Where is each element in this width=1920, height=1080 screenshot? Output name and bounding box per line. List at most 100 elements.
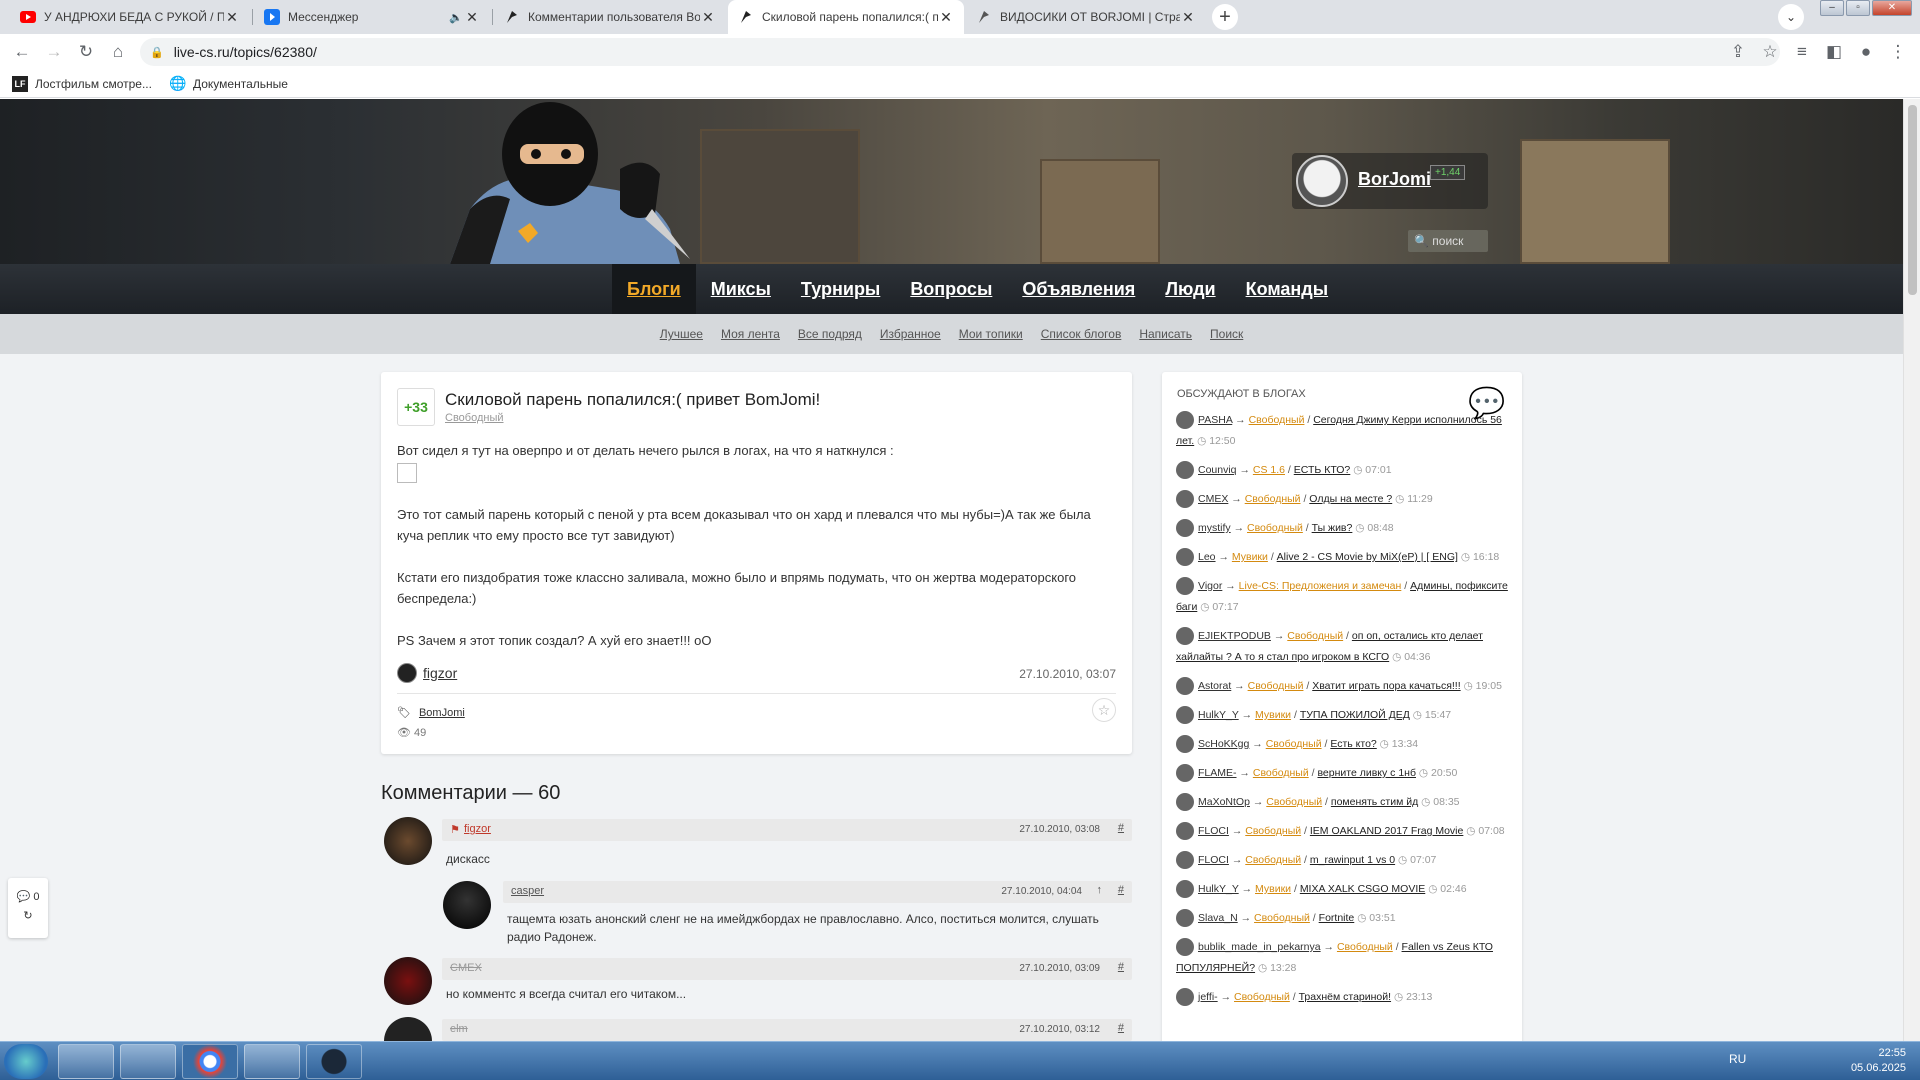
bookmark-documentary[interactable]: 🌐 Документальные — [169, 75, 288, 92]
back-arrow-icon[interactable]: ← — [6, 36, 38, 68]
sidebar-blog-link[interactable]: Свободный — [1254, 912, 1310, 924]
sidebar-user-link[interactable]: Slava_N — [1198, 912, 1238, 924]
reading-list-icon[interactable]: ≡ — [1786, 36, 1818, 68]
sidebar-blog-link[interactable]: Свободный — [1249, 414, 1305, 426]
address-bar[interactable]: 🔒 live-cs.ru/topics/62380/ — [140, 38, 1780, 66]
sidebar-user-link[interactable]: FLAME- — [1198, 767, 1237, 779]
close-tab-icon[interactable]: ✕ — [700, 9, 716, 26]
avatar[interactable] — [1176, 519, 1194, 538]
sidebar-topic-link[interactable]: Ты жив? — [1312, 522, 1353, 534]
explorer-taskbar-icon[interactable] — [58, 1044, 114, 1079]
sidebar-blog-link[interactable]: Свободный — [1245, 825, 1301, 837]
sidebar-blog-link[interactable]: Свободный — [1337, 941, 1393, 953]
live-widget[interactable]: 💬 0 ↻ — [8, 878, 48, 938]
favorite-star-icon[interactable]: ☆ — [1092, 698, 1116, 722]
avatar[interactable] — [1176, 706, 1194, 725]
subnav-favorites[interactable]: Избранное — [880, 327, 941, 341]
page-scrollbar[interactable] — [1903, 99, 1920, 1041]
sidebar-blog-link[interactable]: Свободный — [1248, 680, 1304, 692]
avatar[interactable] — [443, 881, 491, 929]
sidebar-user-link[interactable]: PASHA — [1198, 414, 1232, 426]
lock-icon[interactable]: 🔒 — [150, 46, 164, 59]
avatar[interactable] — [384, 957, 432, 1005]
subnav-search[interactable]: Поиск — [1210, 327, 1243, 341]
parent-arrow-icon[interactable]: ↑ — [1097, 884, 1103, 896]
nav-item-teams[interactable]: Команды — [1231, 264, 1344, 314]
broken-image-icon[interactable] — [397, 462, 417, 483]
avatar[interactable] — [1176, 490, 1194, 509]
chrome-taskbar-icon[interactable] — [182, 1044, 238, 1079]
avatar[interactable] — [1176, 411, 1194, 430]
avatar[interactable] — [1176, 677, 1194, 696]
subnav-best[interactable]: Лучшее — [660, 327, 703, 341]
sidebar-topic-link[interactable]: MIXA XALK CSGO MOVIE — [1300, 883, 1425, 895]
app-taskbar-icon[interactable] — [120, 1044, 176, 1079]
profile-avatar-icon[interactable]: ● — [1850, 36, 1882, 68]
browser-tab-topic[interactable]: Скиловой парень попалился:( п ✕ — [728, 0, 964, 34]
tag-link[interactable]: BomJomi — [419, 707, 465, 719]
subnav-blog-list[interactable]: Список блогов — [1041, 327, 1122, 341]
comment-permalink[interactable]: # — [1118, 822, 1124, 834]
sidebar-topic-link[interactable]: поменять стим йд — [1331, 796, 1418, 808]
comment-author-link[interactable]: elm — [450, 1023, 468, 1035]
comment-permalink[interactable]: # — [1118, 961, 1124, 973]
avatar[interactable] — [1176, 764, 1194, 783]
sidebar-topic-link[interactable]: Alive 2 - CS Movie by MiX(eP) | [ ENG] — [1277, 551, 1458, 563]
menu-kebab-icon[interactable]: ⋮ — [1882, 36, 1914, 68]
sidebar-blog-link[interactable]: Свободный — [1234, 991, 1290, 1003]
nav-item-tournaments[interactable]: Турниры — [786, 264, 895, 314]
bookmark-star-icon[interactable]: ☆ — [1754, 36, 1786, 68]
sidebar-user-link[interactable]: ScHoKKgg — [1198, 738, 1249, 750]
sidebar-user-link[interactable]: MaXoNtOp — [1198, 796, 1250, 808]
avatar[interactable] — [1176, 851, 1194, 870]
avatar[interactable] — [1296, 155, 1348, 207]
sidebar-topic-link[interactable]: IEM OAKLAND 2017 Frag Movie — [1310, 825, 1463, 837]
sidebar-topic-link[interactable]: ЕСТЬ КТО? — [1294, 464, 1351, 476]
avatar[interactable] — [1176, 909, 1194, 928]
sidebar-topic-link[interactable]: Олды на месте ? — [1309, 493, 1392, 505]
nav-item-people[interactable]: Люди — [1150, 264, 1230, 314]
nav-item-questions[interactable]: Вопросы — [895, 264, 1007, 314]
sidebar-blog-link[interactable]: Мувики — [1232, 551, 1268, 563]
sidebar-user-link[interactable]: HulkY_Y — [1198, 709, 1239, 721]
sidebar-user-link[interactable]: FLOCI — [1198, 825, 1229, 837]
sidebar-topic-link[interactable]: m_rawinput 1 vs 0 — [1310, 854, 1395, 866]
sidebar-topic-link[interactable]: Трахнём стариной! — [1299, 991, 1391, 1003]
sidebar-topic-link[interactable]: Хватит играть пора качаться!!! — [1312, 680, 1460, 692]
forward-arrow-icon[interactable]: → — [38, 36, 70, 68]
browser-tab-videos[interactable]: ВИДОСИКИ ОТ BORJOMI | Стран ✕ — [966, 0, 1206, 34]
home-icon[interactable]: ⌂ — [102, 36, 134, 68]
avatar[interactable] — [1176, 461, 1194, 480]
tab-search-icon[interactable]: ⌄ — [1778, 4, 1804, 30]
new-tab-button[interactable]: + — [1212, 4, 1238, 30]
sidebar-blog-link[interactable]: Свободный — [1247, 522, 1303, 534]
nav-item-blogs[interactable]: Блоги — [612, 264, 696, 314]
sidebar-user-link[interactable]: Vigor — [1198, 580, 1222, 592]
sidebar-blog-link[interactable]: Свободный — [1253, 767, 1309, 779]
sidebar-user-link[interactable]: FLOCI — [1198, 854, 1229, 866]
minimize-button[interactable]: – — [1820, 0, 1844, 16]
refresh-icon[interactable]: ↻ — [8, 909, 48, 922]
close-tab-icon[interactable]: ✕ — [464, 9, 480, 26]
username-link[interactable]: BorJomi — [1358, 169, 1431, 190]
nav-item-ads[interactable]: Объявления — [1007, 264, 1150, 314]
close-tab-icon[interactable]: ✕ — [224, 9, 240, 26]
comment-permalink[interactable]: # — [1118, 1022, 1124, 1034]
nav-item-mixes[interactable]: Миксы — [696, 264, 786, 314]
share-icon[interactable]: ⇪ — [1722, 36, 1754, 68]
user-profile-box[interactable]: BorJomi +1,44 — [1292, 153, 1488, 209]
sidebar-blog-link[interactable]: Свободный — [1266, 738, 1322, 750]
avatar[interactable] — [1176, 627, 1194, 646]
subnav-my-topics[interactable]: Мои топики — [959, 327, 1023, 341]
comment-permalink[interactable]: # — [1118, 884, 1124, 896]
sidebar-blog-link[interactable]: Мувики — [1255, 709, 1291, 721]
close-tab-icon[interactable]: ✕ — [938, 9, 954, 26]
topic-vote-count[interactable]: +33 — [397, 388, 435, 426]
maximize-button[interactable]: ▫ — [1846, 0, 1870, 16]
avatar[interactable] — [1176, 793, 1194, 812]
sidebar-blog-link[interactable]: Мувики — [1255, 883, 1291, 895]
reload-icon[interactable]: ↻ — [70, 36, 102, 68]
bookmark-lostfilm[interactable]: LF Лостфильм смотре... — [12, 75, 152, 92]
sidebar-blog-link[interactable]: Live-CS: Предложения и замечан — [1239, 580, 1402, 592]
comment-author-link[interactable]: casper — [511, 885, 544, 897]
